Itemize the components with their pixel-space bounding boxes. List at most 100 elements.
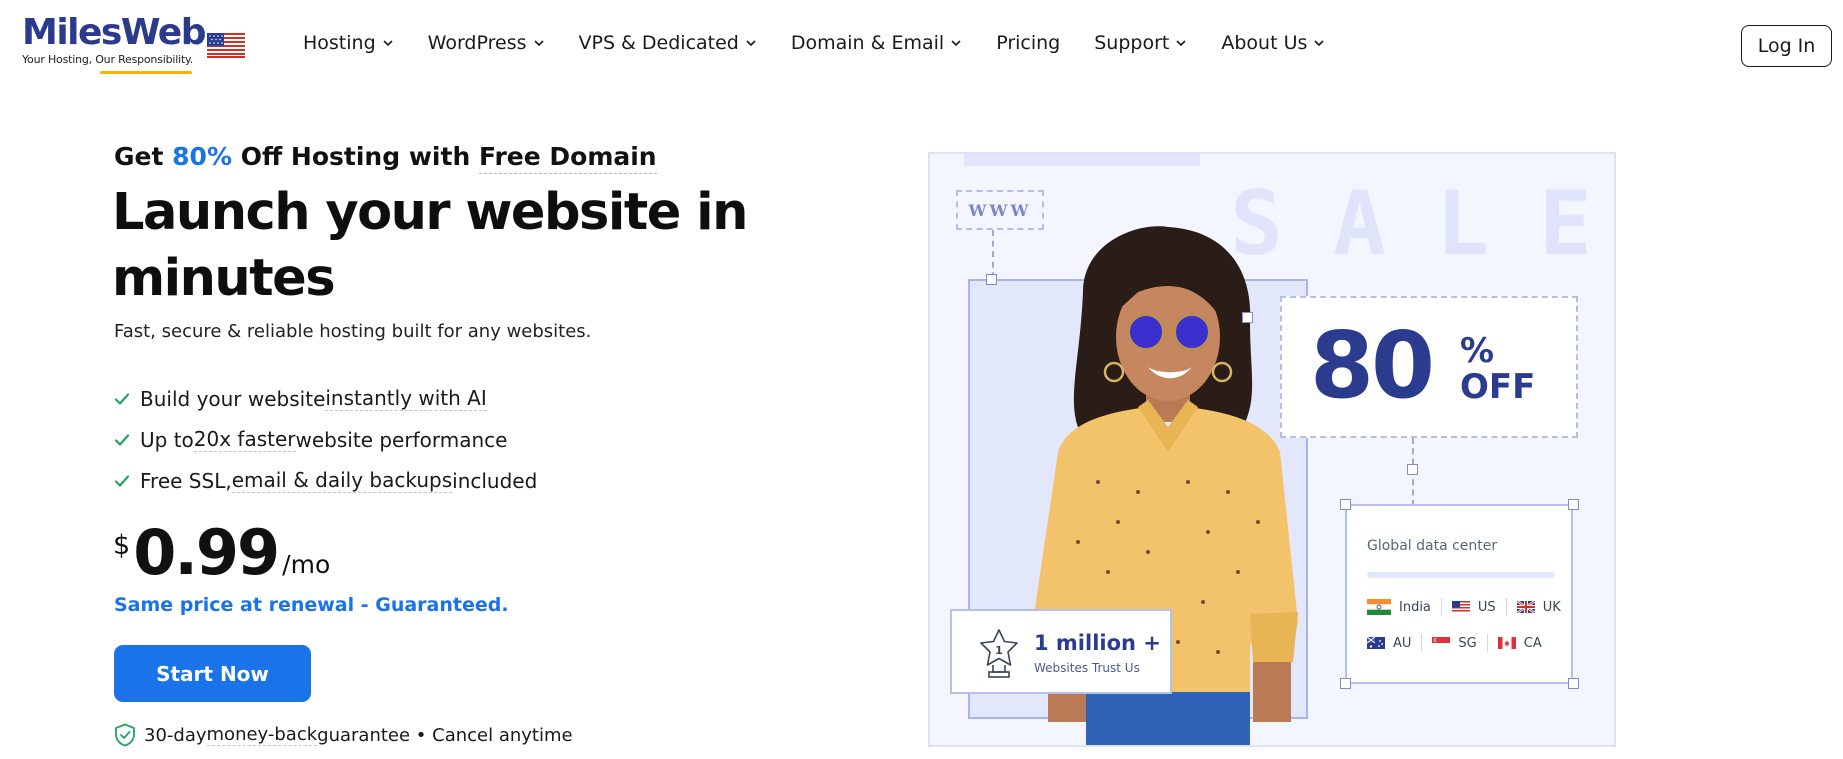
- selection-handle: [1242, 312, 1253, 323]
- feature-item: Free SSL, email & daily backups included: [114, 460, 537, 501]
- price-display: $ 0.99 /mo: [113, 518, 330, 588]
- selection-handle: [1568, 499, 1579, 510]
- selection-handle: [1568, 678, 1579, 689]
- au-flag-icon: [1367, 637, 1385, 649]
- us-flag-icon: [1451, 601, 1470, 613]
- check-icon: [114, 392, 130, 405]
- nav-label: Pricing: [996, 32, 1061, 54]
- nav-hosting[interactable]: Hosting: [303, 32, 394, 54]
- feature-text-post: website performance: [295, 427, 508, 452]
- brand-name: MilesWeb: [22, 12, 206, 53]
- nav-about-us[interactable]: About Us: [1221, 32, 1325, 54]
- sg-flag-icon: [1432, 637, 1451, 649]
- promo-mid: Off Hosting with: [240, 142, 471, 171]
- location-label: India: [1399, 599, 1431, 615]
- price-amount: 0.99: [133, 516, 280, 589]
- price-currency: $: [113, 530, 131, 561]
- data-center-row: India US UK: [1367, 598, 1571, 616]
- brand-logo[interactable]: MilesWeb Your Hosting, Our Responsibilit…: [22, 12, 206, 76]
- feature-text-pre: Free SSL,: [140, 468, 232, 493]
- selection-handle: [986, 274, 997, 285]
- us-flag-icon[interactable]: [207, 33, 245, 58]
- feature-text-pre: Build your website: [140, 386, 326, 411]
- separator: [1421, 634, 1423, 652]
- guarantee-dotted[interactable]: money-back: [206, 724, 318, 746]
- trust-caption: Websites Trust Us: [1034, 661, 1140, 675]
- feature-text-pre: Up to: [140, 427, 194, 452]
- check-icon: [114, 474, 130, 487]
- hero-subhead: Fast, secure & reliable hosting built fo…: [114, 321, 592, 342]
- location-label: SG: [1458, 635, 1477, 651]
- data-center-title: Global data center: [1367, 538, 1498, 554]
- renewal-note: Same price at renewal - Guaranteed.: [114, 594, 509, 616]
- selection-handle: [1340, 499, 1351, 510]
- nav-label: Domain & Email: [790, 32, 945, 54]
- chevron-down-icon: [383, 40, 393, 47]
- chevron-down-icon: [1314, 40, 1324, 47]
- discount-number: 80: [1310, 312, 1435, 419]
- nav-pricing[interactable]: Pricing: [996, 32, 1060, 54]
- ca-flag-icon: [1497, 637, 1516, 649]
- chevron-down-icon: [951, 40, 961, 47]
- hero-illustration: WWW SALE 80 % OFF Global data center Ind…: [928, 152, 1616, 747]
- separator: [1440, 598, 1442, 616]
- data-center-bar: [1367, 572, 1555, 578]
- nav-vps-dedicated[interactable]: VPS & Dedicated: [579, 32, 757, 54]
- location-label: AU: [1393, 635, 1412, 651]
- discount-card: 80 % OFF: [1280, 296, 1578, 438]
- promo-line: Get 80% Off Hosting with Free Domain: [114, 142, 657, 174]
- india-flag-icon: [1367, 599, 1391, 615]
- guarantee-post: guarantee • Cancel anytime: [317, 724, 573, 746]
- selection-handle: [1340, 678, 1351, 689]
- chevron-down-icon: [533, 40, 544, 47]
- nav-label: Support: [1094, 32, 1170, 54]
- nav-label: About Us: [1221, 32, 1308, 54]
- nav-label: WordPress: [427, 32, 527, 54]
- location-au: AU: [1367, 636, 1411, 651]
- chevron-down-icon: [1176, 40, 1186, 47]
- start-now-button[interactable]: Start Now: [114, 645, 311, 702]
- chevron-down-icon: [746, 40, 756, 47]
- location-sg: SG: [1432, 635, 1477, 651]
- feature-item: Build your website instantly with AI: [114, 378, 537, 419]
- login-button[interactable]: Log In: [1741, 25, 1832, 67]
- data-center-row: AU SG CA: [1367, 634, 1552, 652]
- feature-text-dotted[interactable]: email & daily backups: [231, 468, 453, 493]
- selection-handle: [1407, 464, 1418, 475]
- site-header: MilesWeb Your Hosting, Our Responsibilit…: [0, 0, 1843, 92]
- nav-support[interactable]: Support: [1094, 32, 1187, 54]
- trust-card: 1 1 million + Websites Trust Us: [950, 609, 1172, 694]
- nav-domain-email[interactable]: Domain & Email: [791, 32, 962, 54]
- feature-text-post: included: [452, 468, 538, 493]
- feature-text-dotted[interactable]: instantly with AI: [325, 386, 487, 411]
- guarantee-pre: 30-day: [144, 724, 207, 746]
- price-period: /mo: [282, 550, 331, 579]
- promo-percent: 80%: [172, 142, 232, 171]
- main-nav: Hosting WordPress VPS & Dedicated Domain…: [303, 32, 1359, 54]
- hero-headline: Launch your website in minutes: [112, 183, 748, 308]
- discount-off: OFF: [1460, 367, 1536, 407]
- location-us: US: [1451, 599, 1496, 615]
- location-ca: CA: [1497, 635, 1542, 651]
- award-star-icon: 1: [980, 629, 1018, 678]
- feature-text-dotted[interactable]: 20x faster: [193, 427, 296, 452]
- discount-percent: %: [1460, 331, 1495, 371]
- award-number: 1: [995, 644, 1003, 657]
- money-back-guarantee: 30-day money-back guarantee • Cancel any…: [114, 723, 573, 747]
- brand-tagline: Your Hosting, Our Responsibility.: [22, 53, 194, 66]
- nav-label: Hosting: [303, 32, 376, 54]
- promo-free-domain[interactable]: Free Domain: [478, 142, 657, 174]
- location-label: US: [1477, 599, 1496, 615]
- location-uk: UK: [1516, 599, 1561, 615]
- nav-label: VPS & Dedicated: [578, 32, 739, 54]
- check-icon: [114, 433, 130, 446]
- location-label: CA: [1523, 635, 1542, 651]
- location-label: UK: [1542, 599, 1561, 615]
- separator: [1505, 598, 1507, 616]
- location-india: India: [1367, 599, 1431, 615]
- nav-wordpress[interactable]: WordPress: [428, 32, 545, 54]
- separator: [1486, 634, 1488, 652]
- promo-get: Get: [114, 142, 164, 171]
- data-center-card: Global data center India US UK AU SG CA: [1340, 499, 1579, 689]
- trust-count: 1 million +: [1034, 631, 1161, 655]
